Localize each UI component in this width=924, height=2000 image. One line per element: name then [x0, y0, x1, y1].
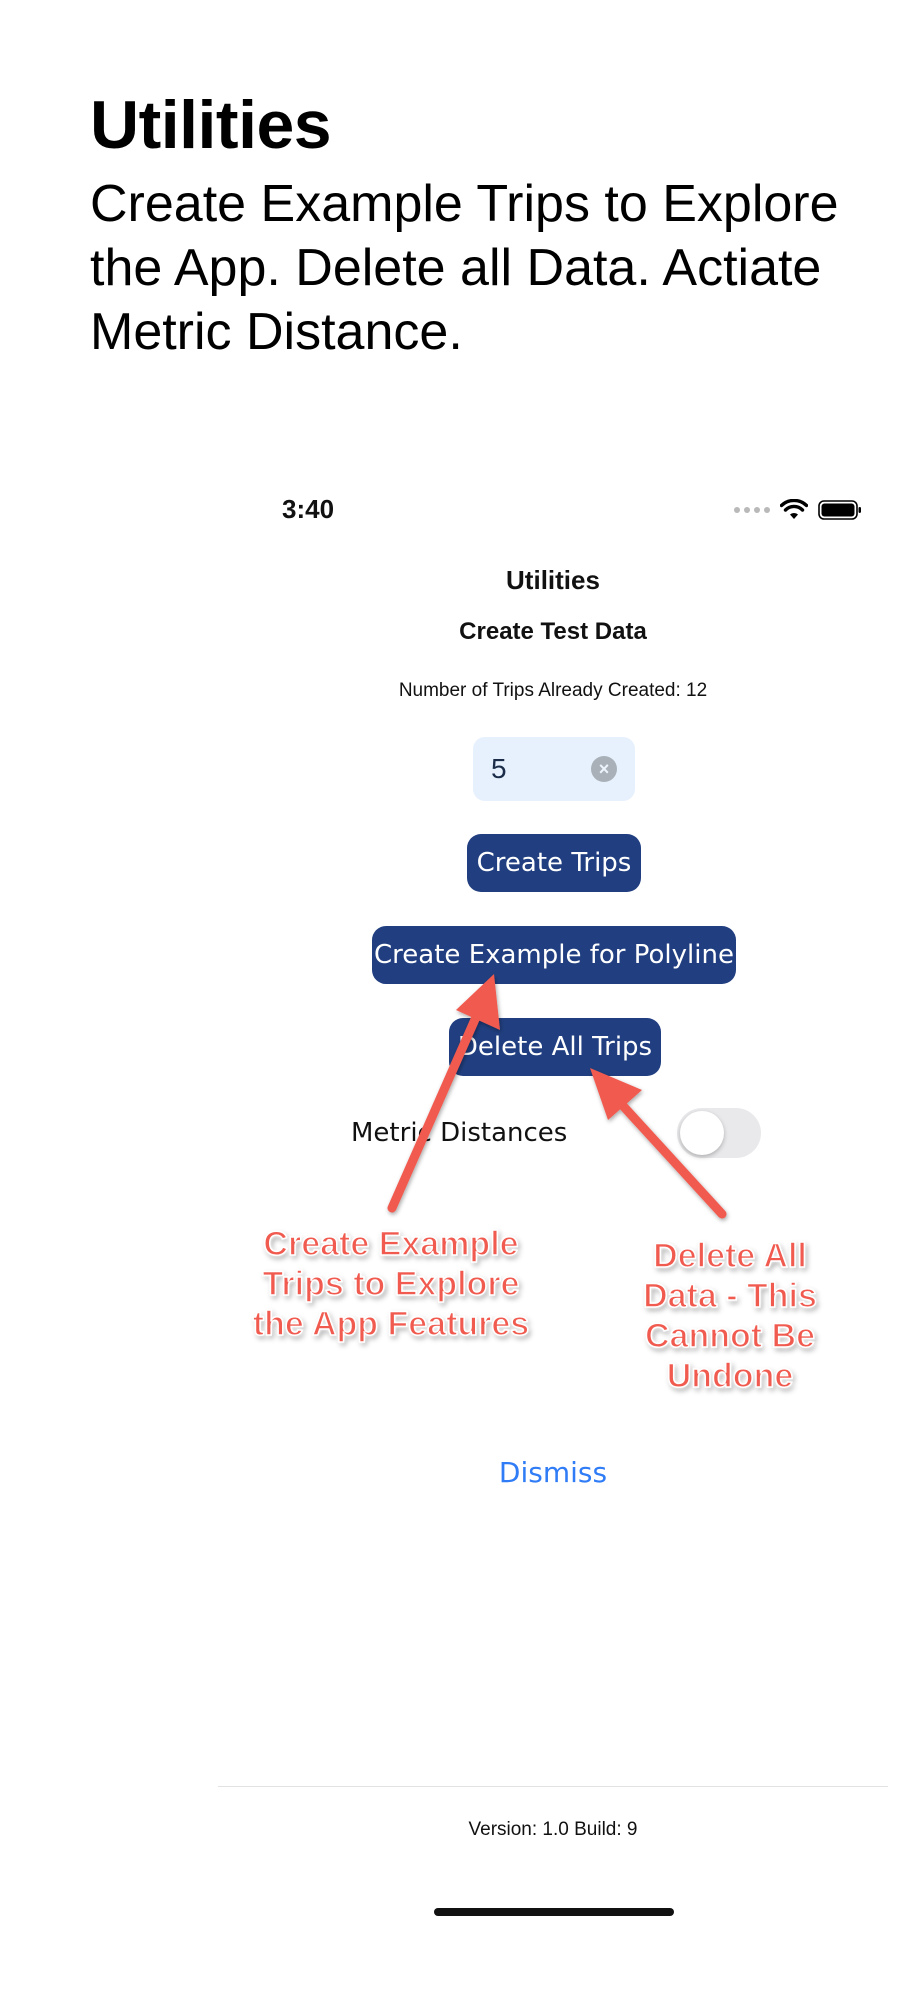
nav-title: Utilities	[506, 565, 600, 595]
clear-icon[interactable]: ×	[591, 756, 617, 782]
battery-icon	[818, 500, 861, 520]
status-time: 3:40	[282, 494, 335, 524]
wifi-icon	[780, 499, 808, 519]
trip-count-input[interactable]: 5 ×	[473, 737, 635, 801]
delete-all-trips-button[interactable]: Delete All Trips	[449, 1018, 661, 1076]
section-header-create-test-data: Create Test Data	[459, 618, 647, 645]
version-text: Version: 1.0 Build: 9	[468, 1819, 638, 1840]
annotation-delete-warning: Delete All Data - This Cannot Be Undone	[642, 1236, 817, 1396]
status-icons	[734, 498, 862, 522]
annotation-create-examples: Create Example Trips to Explore the App …	[252, 1224, 530, 1344]
dismiss-button[interactable]: Dismiss	[218, 1456, 888, 1489]
trip-count-text: Number of Trips Already Created: 12	[398, 680, 708, 701]
metric-distances-label: Metric Distances	[351, 1118, 568, 1148]
home-indicator	[434, 1908, 674, 1916]
signal-icon	[734, 507, 770, 513]
metric-distances-toggle[interactable]	[677, 1108, 761, 1158]
footer-divider	[218, 1786, 888, 1787]
toggle-knob	[680, 1111, 724, 1155]
promo-subtitle: Create Example Trips to Explore the App.…	[90, 175, 839, 361]
app-store-screenshot: Utilities Create Example Trips to Explor…	[0, 0, 924, 2000]
create-polyline-example-button[interactable]: Create Example for Polyline	[372, 926, 736, 984]
promo-title: Utilities	[90, 87, 332, 163]
create-trips-button[interactable]: Create Trips	[467, 834, 641, 892]
trip-count-input-value: 5	[491, 753, 507, 784]
